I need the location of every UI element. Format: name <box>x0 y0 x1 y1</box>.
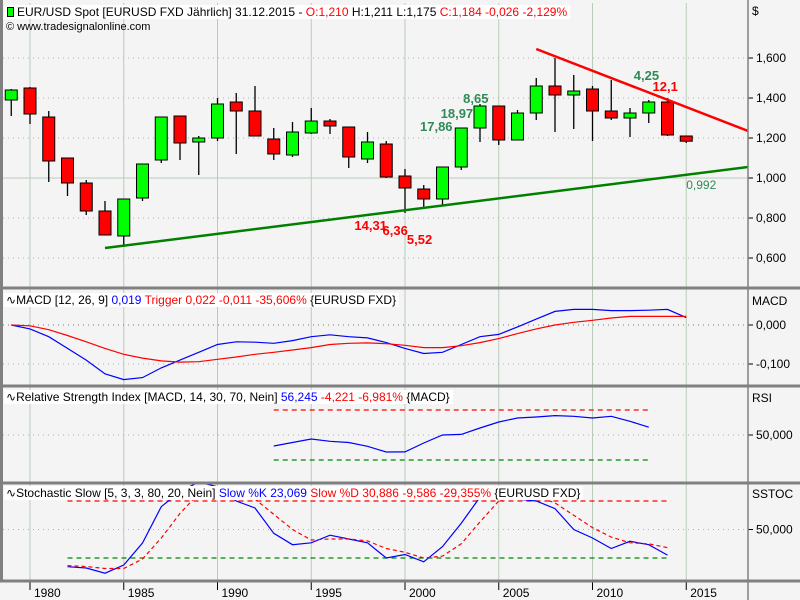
indicator-tick-label: 0,000 <box>756 318 786 332</box>
stoch-legend: ∿Stochastic Slow [5, 3, 3, 80, 20, Nein]… <box>4 486 584 500</box>
candle-1996 <box>323 120 337 127</box>
candle-2010 <box>586 88 599 112</box>
candle-2014 <box>661 101 674 136</box>
annotation-label: 5,52 <box>407 232 432 247</box>
candle-icon <box>7 7 14 17</box>
trigger-value: 0,022 -0,011 -35,606% <box>185 293 307 307</box>
candle-1990 <box>211 103 224 139</box>
open-value: O:1,210 <box>305 5 349 19</box>
indicator-tick-label: 50,000 <box>756 428 793 442</box>
candle-2007 <box>529 85 543 114</box>
candle-2002 <box>436 166 449 200</box>
candle-2013 <box>642 101 656 114</box>
year-tick-label: 1985 <box>128 586 155 600</box>
candle-1985 <box>117 198 131 237</box>
year-tick-label: 1995 <box>315 586 342 600</box>
candle-1979 <box>4 89 18 101</box>
year-tick-label: 1980 <box>34 586 61 600</box>
candle-2009 <box>567 90 581 96</box>
rsi-change: -4,221 -6,981% <box>320 390 403 404</box>
indicator-wave-icon: ∿ <box>6 486 17 500</box>
currency-label: $ <box>752 4 759 18</box>
indicator-tick-label: -0,100 <box>756 357 790 371</box>
candle-1986 <box>136 163 149 199</box>
rsi-legend: ∿Relative Strength Index [MACD, 14, 30, … <box>4 390 453 404</box>
candle-1991 <box>229 101 243 112</box>
annotation-label: 8,65 <box>463 91 488 106</box>
annotation-label: 17,86 <box>420 119 453 134</box>
candle-1989 <box>192 137 206 143</box>
rsi-name: Relative Strength Index [MACD, 14, 30, 7… <box>16 390 278 404</box>
candle-1994 <box>286 131 299 156</box>
macd-value: 0,019 <box>111 293 142 307</box>
candle-2008 <box>548 85 562 96</box>
year-tick-label: 2010 <box>597 586 624 600</box>
macd-name: MACD [12, 26, 9] <box>16 293 109 307</box>
rsi-value: 56,245 <box>280 390 318 404</box>
macd-source: {EURUSD FXD} <box>310 293 397 307</box>
candle-1997 <box>342 126 356 158</box>
annotation-label: 6,36 <box>383 223 408 238</box>
year-tick-label: 2000 <box>409 586 436 600</box>
candle-1992 <box>248 110 262 137</box>
candle-1995 <box>304 120 318 134</box>
stoch-name: Stochastic Slow [5, 3, 3, 80, 20, Nein] <box>16 486 216 500</box>
candle-1988 <box>173 115 187 144</box>
candle-2001 <box>417 188 431 200</box>
chart-window: 1980 1985 1990 1995 2000 2005 2010 2015 0,600 0,8… <box>0 0 800 600</box>
copyright: © www.tradesignalonline.com <box>6 21 151 33</box>
price-legend: EUR/USD Spot [EURUSD FXD Jährlich] 31.12… <box>4 5 571 19</box>
rsi-axis-label: RSI <box>752 391 773 405</box>
price-tick-label: 1,200 <box>756 131 786 145</box>
close-value: C:1,184 -0,026 -2,129% <box>439 5 568 19</box>
stoch-axis-label: SSTOC <box>752 487 794 501</box>
year-tick-label: 2015 <box>690 586 717 600</box>
low-value: L:1,175 <box>396 5 437 19</box>
candle-1980 <box>23 87 37 115</box>
trigger-label: Trigger <box>144 293 183 307</box>
candle-2005 <box>492 105 506 141</box>
candle-1993 <box>267 138 281 155</box>
candle-1982 <box>61 157 74 184</box>
price-tick-label: 1,400 <box>756 91 786 105</box>
stoch-source: {EURUSD FXD} <box>494 486 581 500</box>
year-tick-label: 1990 <box>222 586 249 600</box>
stoch-k-value: Slow %K 23,069 <box>218 486 307 500</box>
candle-2015 <box>679 135 693 142</box>
candle-2012 <box>623 112 637 119</box>
price-tick-label: 1,600 <box>756 51 786 65</box>
instrument-title: EUR/USD Spot [EURUSD FXD Jährlich] 31.12… <box>17 5 303 19</box>
macd-axis-label: MACD <box>752 294 788 308</box>
annotation-label: 12,1 <box>653 79 678 94</box>
year-tick-label: 2005 <box>503 586 530 600</box>
indicator-wave-icon: ∿ <box>6 293 17 307</box>
candle-2004 <box>473 105 487 129</box>
candle-2000 <box>398 175 412 189</box>
indicator-tick-label: 50,000 <box>756 523 793 537</box>
candle-2006 <box>511 112 524 141</box>
candle-1999 <box>379 143 393 178</box>
candle-1981 <box>42 116 56 162</box>
rsi-source: {MACD} <box>406 390 450 404</box>
macd-legend: ∿MACD [12, 26, 9] 0,019 Trigger 0,022 -0… <box>4 293 400 307</box>
indicator-wave-icon: ∿ <box>6 390 17 404</box>
candle-1998 <box>361 141 374 160</box>
candle-2011 <box>604 110 618 119</box>
annotation-label: 0,992 <box>686 178 716 192</box>
candle-2003 <box>454 127 468 168</box>
candle-1983 <box>79 182 93 212</box>
price-tick-label: 1,000 <box>756 171 786 185</box>
stoch-d-value: Slow %D 30,886 -9,586 -29,355% <box>310 486 492 500</box>
candle-1987 <box>154 116 168 161</box>
annotation-label: 18,97 <box>441 106 474 121</box>
candle-1984 <box>98 210 112 236</box>
price-tick-label: 0,600 <box>756 251 786 265</box>
high-value: H:1,211 <box>351 5 393 19</box>
price-tick-label: 0,800 <box>756 211 786 225</box>
